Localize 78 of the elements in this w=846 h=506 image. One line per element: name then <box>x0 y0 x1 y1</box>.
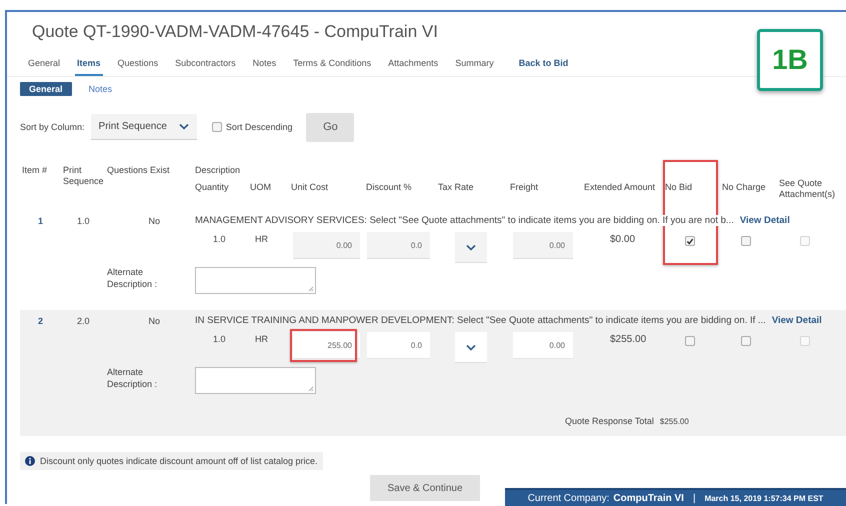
checkbox-label: Sort Descending <box>226 122 292 132</box>
tab[interactable]: Terms & Conditions <box>291 56 374 74</box>
checkbox[interactable] <box>685 236 695 246</box>
date-time: March 15, 2019 1:57:34 PM EST <box>704 494 824 502</box>
tab[interactable]: General <box>26 56 62 74</box>
table-cell-text: No <box>147 215 161 228</box>
subtab[interactable]: Notes <box>80 82 122 96</box>
view-detail-link[interactable]: View Detail <box>772 315 822 326</box>
discount-field[interactable]: 0.0 <box>367 332 430 359</box>
discount-field[interactable]: 0.0 <box>367 232 430 259</box>
column-header: Quantity <box>195 182 230 192</box>
tax-rate-dropdown[interactable] <box>455 332 487 363</box>
column-header: See Quote Attachment(s) <box>779 178 835 200</box>
alternate-description-label: Alternate Description : <box>107 366 158 390</box>
table-cell-text: $255.00 <box>609 333 648 345</box>
table-cell-text: No <box>147 315 161 328</box>
step-badge: 1B <box>757 29 823 91</box>
column-header: Unit Cost <box>291 182 330 192</box>
tax-rate-dropdown[interactable] <box>455 232 487 263</box>
tab[interactable]: Items <box>75 56 103 76</box>
sort-dropdown[interactable]: Print Sequence <box>90 114 197 140</box>
freight-field[interactable]: 0.00 <box>513 232 573 259</box>
tab[interactable]: Attachments <box>386 56 440 74</box>
tab[interactable]: Questions <box>116 56 160 74</box>
subtab[interactable]: General <box>20 82 72 96</box>
checkbox[interactable] <box>212 122 222 132</box>
checkbox[interactable] <box>685 336 695 346</box>
view-detail-link[interactable]: View Detail <box>740 215 790 226</box>
table-cell-text: HR <box>254 333 269 344</box>
item-description: IN SERVICE TRAINING AND MANPOWER DEVELOPMENT: Select "See Quote attachments" to indicate items you are bidding on. If ... <box>195 315 766 326</box>
table-cell-text: 1.0 <box>212 233 227 244</box>
item-number-link[interactable]: 2 <box>20 314 63 328</box>
note-text: Discount only quotes indicate discount amount off of list catalog price. <box>40 456 318 466</box>
table-cell-text: 1.0 <box>212 333 227 344</box>
company-name: CompuTrain VI <box>613 492 684 504</box>
checkbox[interactable] <box>741 236 751 246</box>
chevron-down-icon <box>466 344 476 350</box>
item-number-link[interactable]: 1 <box>20 214 63 228</box>
separator: | <box>692 492 696 504</box>
tab[interactable]: Notes <box>250 56 278 74</box>
company-label: Current Company: <box>528 492 610 504</box>
table-cell-text: HR <box>254 233 269 244</box>
column-header: Freight <box>510 182 540 192</box>
alternate-description-field[interactable] <box>195 367 316 394</box>
table-cell-text: 1.0 <box>76 215 91 228</box>
alternate-description-field[interactable] <box>195 267 316 294</box>
column-header: Description <box>195 165 242 176</box>
tab[interactable]: Summary <box>453 56 496 74</box>
info-icon <box>25 456 35 466</box>
save-continue-button[interactable]: Save & Continue <box>370 475 480 501</box>
column-header: Print Sequence <box>63 165 105 187</box>
column-header: Tax Rate <box>438 182 475 192</box>
column-header: Item # <box>21 165 48 176</box>
resize-grip-icon <box>308 286 314 292</box>
sort-label: Sort by Column: <box>20 122 85 132</box>
total-label: Quote Response Total <box>565 416 654 426</box>
unit-cost-field[interactable]: 0.00 <box>293 232 360 259</box>
column-header: Questions Exist <box>107 165 171 176</box>
item-description: MANAGEMENT ADVISORY SERVICES: Select "See Quote attachments" to indicate items you are bidding on. If you are not b... <box>195 215 734 226</box>
table-cell-text: $0.00 <box>609 233 636 245</box>
freight-field[interactable]: 0.00 <box>513 332 573 359</box>
unit-cost-field[interactable]: 255.00 <box>293 332 360 359</box>
go-button[interactable]: Go <box>306 112 354 142</box>
resize-grip-icon <box>308 386 314 392</box>
total-value: $255.00 <box>660 416 689 426</box>
tab[interactable]: Subcontractors <box>173 56 238 74</box>
checkbox[interactable] <box>741 336 751 346</box>
table-cell-text: 2.0 <box>76 315 91 328</box>
column-header: No Bid <box>665 182 694 192</box>
page-title: Quote QT-1990-VADM-VADM-47645 - CompuTrain VI <box>31 21 439 43</box>
chevron-down-icon <box>466 244 476 250</box>
back-link[interactable]: Back to Bid <box>516 56 570 74</box>
column-header: Extended Amount <box>584 182 656 192</box>
chevron-down-icon <box>178 123 189 130</box>
column-header: UOM <box>250 182 272 192</box>
column-header: No Charge <box>722 182 767 192</box>
alternate-description-label: Alternate Description : <box>107 266 158 290</box>
column-header: Discount % <box>366 182 413 192</box>
